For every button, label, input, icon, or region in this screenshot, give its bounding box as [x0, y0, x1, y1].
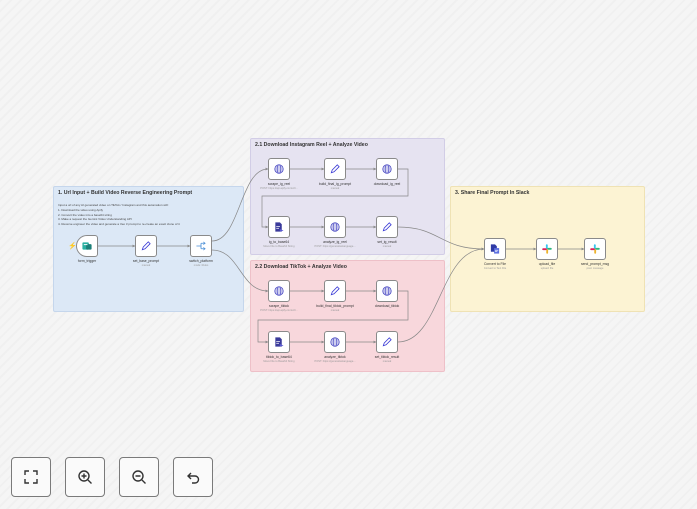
node-subtitle: POST: https://generativelanguage...	[314, 360, 356, 363]
node-set-base-prompt[interactable]	[135, 235, 157, 257]
node-build-final-tiktok-prompt[interactable]	[324, 280, 346, 302]
node-label: set_tiktok_result	[374, 355, 400, 359]
node-subtitle: manual	[382, 245, 392, 248]
node-label: tiktok_to_base64	[266, 355, 292, 359]
workflow-canvas[interactable]: 1. Url Input + Build Video Reverse Engin…	[0, 0, 697, 509]
node-label: scrape_tiktok	[269, 304, 289, 308]
fit-view-icon	[24, 470, 38, 484]
node-subtitle: Move File to Base64 String	[263, 245, 295, 248]
node-set-ig-result[interactable]	[376, 216, 398, 238]
slack-icon	[542, 244, 553, 255]
slack-icon	[590, 244, 601, 255]
globe-icon	[382, 164, 393, 175]
zoom-out-button[interactable]	[119, 457, 159, 497]
node-subtitle: POST: https://api.apify.com/v2/...	[260, 187, 298, 190]
node-form-trigger[interactable]: ⚡	[68, 235, 98, 257]
node-label: analyze_ig_reel	[323, 240, 347, 244]
fit-view-button[interactable]	[11, 457, 51, 497]
convert-file-icon	[490, 244, 501, 255]
node-label: scrape_ig_reel	[267, 182, 291, 186]
node-label: download_tiktok	[374, 304, 400, 308]
node-label: set_ig_result	[377, 240, 397, 244]
node-subtitle: Convert to Text File	[483, 267, 507, 270]
file-convert-icon	[274, 337, 285, 348]
node-label: Convert to File	[483, 262, 507, 266]
node-tiktok-to-base64[interactable]	[268, 331, 290, 353]
zoom-out-icon	[132, 470, 146, 484]
form-icon	[82, 241, 93, 252]
node-convert-to-file[interactable]	[484, 238, 506, 260]
node-upload-file[interactable]	[536, 238, 558, 260]
node-download-tiktok[interactable]	[376, 280, 398, 302]
node-scrape-tiktok[interactable]	[268, 280, 290, 302]
pencil-icon	[382, 222, 393, 233]
node-label: build_final_tiktok_prompt	[316, 304, 354, 308]
node-label: switch_platform	[189, 259, 213, 263]
globe-icon	[274, 164, 285, 175]
undo-button[interactable]	[173, 457, 213, 497]
node-subtitle: post: message	[586, 267, 604, 270]
node-build-final-ig-prompt[interactable]	[324, 158, 346, 180]
node-label: download_ig_reel	[373, 182, 401, 186]
switch-icon	[196, 241, 207, 252]
zoom-in-icon	[78, 470, 92, 484]
connection	[211, 167, 269, 242]
node-label: form_trigger	[77, 259, 97, 263]
connection	[211, 249, 269, 293]
trigger-bolt-icon: ⚡	[68, 243, 77, 250]
node-subtitle: POST: https://generativelanguage...	[314, 245, 356, 248]
node-set-tiktok-result[interactable]	[376, 331, 398, 353]
node-subtitle: manual	[141, 264, 151, 267]
pencil-icon	[330, 286, 341, 297]
pencil-icon	[382, 337, 393, 348]
node-download-ig-reel[interactable]	[376, 158, 398, 180]
node-subtitle: mode: Rules	[193, 264, 209, 267]
zoom-in-button[interactable]	[65, 457, 105, 497]
pencil-icon	[141, 241, 152, 252]
node-scrape-ig-reel[interactable]	[268, 158, 290, 180]
undo-icon	[187, 472, 200, 484]
node-subtitle: manual	[382, 360, 392, 363]
node-switch-platform[interactable]	[190, 235, 212, 257]
node-ig-to-base64[interactable]	[268, 216, 290, 238]
node-send-prompt-msg[interactable]	[584, 238, 606, 260]
node-subtitle: manual	[330, 187, 340, 190]
node-label: build_final_ig_prompt	[318, 182, 352, 186]
node-analyze-tiktok[interactable]	[324, 331, 346, 353]
globe-icon	[382, 286, 393, 297]
node-label: set_base_prompt	[132, 259, 160, 263]
node-subtitle: POST: https://api.apify.com/v2/...	[260, 309, 298, 312]
node-label: analyze_tiktok	[324, 355, 346, 359]
node-label: ig_to_base64	[268, 240, 290, 244]
globe-icon	[330, 222, 341, 233]
globe-icon	[274, 286, 285, 297]
node-subtitle: manual	[330, 309, 340, 312]
node-analyze-ig-reel[interactable]	[324, 216, 346, 238]
file-convert-icon	[274, 222, 285, 233]
node-label: send_prompt_msg	[580, 262, 610, 266]
pencil-icon	[330, 164, 341, 175]
node-subtitle: Move File to Base64 String	[263, 360, 295, 363]
globe-icon	[330, 337, 341, 348]
